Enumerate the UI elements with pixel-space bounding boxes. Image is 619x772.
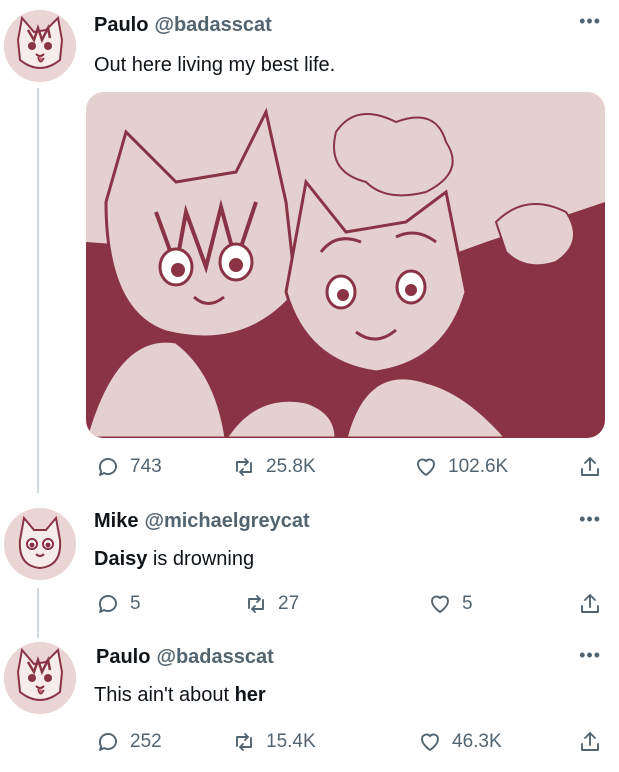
reply-count: 252	[130, 731, 162, 752]
avatar[interactable]	[4, 642, 76, 714]
retweet-button[interactable]: 25.8K	[232, 455, 316, 479]
retweet-button[interactable]: 15.4K	[232, 730, 316, 754]
reply-icon	[99, 458, 117, 476]
like-count: 102.6K	[448, 456, 509, 477]
avatar[interactable]	[4, 508, 76, 580]
tweet-header: Paulo @badasscat	[96, 646, 274, 669]
share-icon	[581, 594, 599, 613]
share-button[interactable]	[578, 592, 602, 616]
heart-icon	[417, 458, 435, 476]
share-icon	[581, 457, 599, 476]
mention-text: Daisy	[94, 548, 148, 570]
retweet-button[interactable]: 27	[244, 592, 299, 616]
user-handle[interactable]: @michaelgreycat	[144, 510, 309, 532]
tweet-text: This ain't about her	[94, 684, 266, 707]
retweet-icon	[236, 458, 252, 476]
display-name[interactable]: Paulo	[96, 646, 150, 668]
tweet-header: Mike @michaelgreycat	[94, 510, 310, 533]
like-button[interactable]: 102.6K	[414, 455, 508, 479]
tweet-header: Paulo @badasscat	[94, 14, 272, 37]
avatar[interactable]	[4, 10, 76, 82]
like-button[interactable]: 46.3K	[418, 730, 502, 754]
reply-button[interactable]: 252	[96, 730, 162, 754]
text-body: is drowning	[147, 548, 255, 570]
cats-illustration	[86, 92, 605, 438]
user-handle[interactable]: @badasscat	[154, 14, 271, 36]
reply-count: 743	[130, 456, 162, 477]
more-icon[interactable]: •••	[579, 646, 601, 664]
reply-icon	[99, 733, 117, 751]
retweet-count: 15.4K	[266, 731, 316, 752]
like-count: 46.3K	[452, 731, 502, 752]
retweet-count: 27	[278, 593, 300, 614]
like-button[interactable]: 5	[428, 592, 473, 616]
more-icon[interactable]: •••	[579, 510, 601, 528]
like-count: 5	[462, 593, 473, 614]
heart-icon	[421, 733, 439, 751]
tweet-text: Daisy is drowning	[94, 548, 254, 571]
thread-line	[37, 88, 39, 493]
user-handle[interactable]: @badasscat	[156, 646, 273, 668]
heart-icon	[431, 595, 449, 613]
retweet-count: 25.8K	[266, 456, 316, 477]
more-icon[interactable]: •••	[579, 12, 601, 30]
display-name[interactable]: Paulo	[94, 14, 148, 36]
display-name[interactable]: Mike	[94, 510, 138, 532]
share-button[interactable]	[578, 730, 602, 754]
tweet-text: Out here living my best life.	[94, 54, 336, 76]
share-button[interactable]	[578, 455, 602, 479]
reply-icon	[99, 595, 117, 613]
emphasis-text: her	[234, 684, 266, 706]
retweet-icon	[248, 595, 264, 613]
cat-avatar-icon	[4, 508, 76, 580]
reply-button[interactable]: 5	[96, 592, 141, 616]
retweet-icon	[236, 733, 252, 751]
tweet-image[interactable]	[86, 92, 605, 438]
reply-count: 5	[130, 593, 141, 614]
reply-button[interactable]: 743	[96, 455, 162, 479]
cat-avatar-icon	[4, 10, 76, 82]
cat-avatar-icon	[4, 642, 76, 714]
share-icon	[581, 732, 599, 751]
thread-line	[37, 588, 39, 638]
text-body: This ain't about	[94, 684, 235, 706]
